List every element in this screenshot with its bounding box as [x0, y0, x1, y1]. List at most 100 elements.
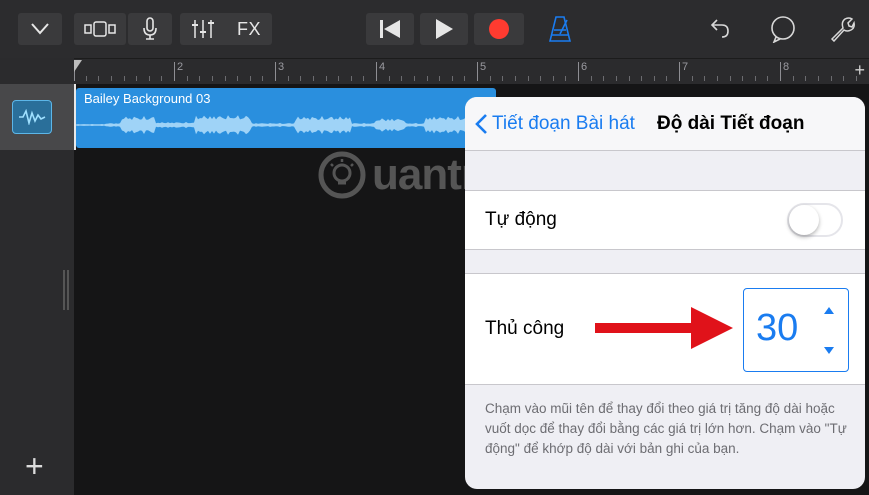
manual-label: Thủ công [485, 318, 565, 339]
ruler-tick [754, 76, 756, 81]
ruler-tick [98, 76, 100, 81]
timeline-ruler[interactable]: 2 3 4 5 6 7 8 [74, 58, 869, 84]
ruler-tick [312, 76, 314, 81]
ruler-tick [363, 76, 365, 81]
metronome-icon [549, 16, 571, 42]
playhead-line [74, 84, 76, 150]
increment-arrow-icon[interactable] [824, 307, 834, 314]
ruler-tick [628, 76, 630, 81]
section-length-popover: Tiết đoạn Bài hát Độ dài Tiết đoạn Tự độ… [465, 97, 865, 489]
ruler-tick [552, 76, 554, 81]
ruler-bar-number: 2 [177, 61, 184, 73]
ruler-tick [148, 76, 150, 81]
microphone-button[interactable] [128, 13, 172, 45]
ruler-bar-number: 3 [278, 61, 285, 73]
ruler-tick [426, 76, 428, 81]
rewind-icon [380, 20, 400, 38]
ruler-tick [641, 76, 643, 81]
ruler-tick [805, 76, 807, 81]
record-icon [489, 19, 509, 39]
help-text: Chạm vào mũi tên để thay đổi theo giá tr… [485, 401, 847, 456]
ruler-tick [464, 76, 466, 81]
add-track-button[interactable]: + [25, 448, 44, 485]
undo-button[interactable] [700, 13, 740, 45]
annotation-arrow-icon [595, 307, 733, 349]
ruler-tick [729, 76, 731, 81]
record-button[interactable] [474, 13, 524, 45]
metronome-button[interactable] [540, 13, 580, 45]
track-header-audio[interactable] [0, 84, 74, 150]
microphone-icon [143, 17, 157, 40]
ruler-tick [199, 76, 201, 81]
ruler-tick [691, 76, 693, 81]
ruler-tick [325, 76, 327, 81]
undo-icon [710, 19, 729, 38]
ruler-tick [161, 76, 163, 81]
audio-waveform-icon [12, 100, 52, 134]
ruler-bar-line [376, 62, 377, 81]
ruler-tick [742, 76, 744, 81]
ruler-tick [186, 76, 188, 81]
play-button[interactable] [420, 13, 468, 45]
browser-view-icon [84, 21, 116, 37]
ruler-bar-number: 7 [682, 61, 689, 73]
auto-toggle[interactable] [787, 203, 843, 237]
ruler-tick [85, 76, 87, 81]
ruler-bar-line [780, 62, 781, 81]
ruler-tick [590, 76, 592, 81]
ruler-tick [123, 76, 125, 81]
loop-browser-button[interactable] [762, 13, 804, 45]
toggle-knob [789, 205, 819, 235]
ruler-tick [653, 76, 655, 81]
waveform-graphic [76, 115, 496, 135]
lightbulb-logo-icon [318, 151, 366, 199]
ruler-tick [704, 76, 706, 81]
add-section-button[interactable]: + [854, 60, 865, 81]
length-stepper[interactable]: 30 [743, 288, 849, 372]
ruler-tick [350, 76, 352, 81]
ruler-tick [338, 76, 340, 81]
back-button[interactable]: Tiết đoạn Bài hát [475, 111, 635, 137]
decrement-arrow-icon[interactable] [824, 347, 834, 354]
popover-nav-bar: Tiết đoạn Bài hát Độ dài Tiết đoạn [465, 97, 865, 151]
ruler-tick [249, 76, 251, 81]
ruler-tick [792, 76, 794, 81]
ruler-tick [830, 76, 832, 81]
fx-button[interactable]: FX [237, 19, 261, 40]
play-icon [436, 19, 453, 39]
chevron-left-icon [475, 114, 487, 134]
resize-grip-icon[interactable] [63, 270, 69, 310]
mixer-fx-group: FX [180, 13, 272, 45]
control-bar: FX [0, 0, 869, 58]
ruler-tick [300, 76, 302, 81]
audio-region[interactable]: Bailey Background 03 [76, 88, 496, 148]
ruler-tick [502, 76, 504, 81]
rewind-button[interactable] [366, 13, 414, 45]
auto-row: Tự động [465, 190, 865, 250]
ruler-bar-number: 5 [480, 61, 487, 73]
ruler-bar-line [174, 62, 175, 81]
ruler-tick [388, 76, 390, 81]
ruler-tick [451, 76, 453, 81]
settings-button[interactable] [822, 13, 862, 45]
ruler-tick [287, 76, 289, 81]
ruler-tick [666, 76, 668, 81]
browser-view-button[interactable] [74, 13, 126, 45]
stepper-value: 30 [756, 307, 799, 349]
ruler-bar-number: 6 [581, 61, 588, 73]
mixer-button[interactable] [191, 19, 215, 39]
ruler-tick [615, 76, 617, 81]
ruler-tick [843, 76, 845, 81]
ruler-tick [767, 76, 769, 81]
ruler-bar-line [578, 62, 579, 81]
ruler-tick [262, 76, 264, 81]
ruler-tick [110, 76, 112, 81]
loop-browser-icon [771, 16, 795, 43]
tracks-dropdown-button[interactable] [18, 13, 62, 45]
ruler-corner [0, 58, 74, 84]
ruler-bar-line [679, 62, 680, 81]
settings-wrench-icon [830, 17, 855, 42]
ruler-bar-line [477, 62, 478, 81]
ruler-tick [540, 76, 542, 81]
playhead-handle[interactable] [74, 60, 82, 72]
